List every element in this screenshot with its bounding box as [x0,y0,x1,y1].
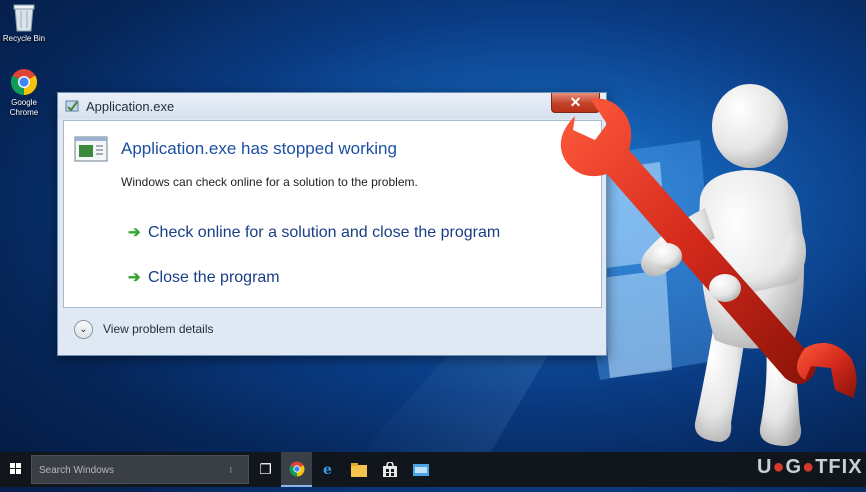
error-dialog: Application.exe ✕ Application.exe has st… [57,92,607,356]
program-window-icon [74,136,108,162]
task-view-button[interactable]: ❐ [250,452,281,487]
chrome-icon [10,69,38,96]
command-link-label: Close the program [148,269,280,286]
edge-icon: e [323,462,332,478]
desktop-icon-recycle-bin[interactable]: Recycle Bin [0,2,48,44]
windows-logo-icon [10,463,21,474]
dialog-description: Windows can check online for a solution … [121,175,418,189]
desktop-icon-label: Recycle Bin [2,34,46,43]
dialog-heading: Application.exe has stopped working [121,139,397,158]
dialog-footer: ⌄ View problem details [63,310,600,350]
app-icon [412,464,429,476]
recycle-bin-icon [13,4,35,32]
start-button[interactable] [0,452,31,487]
dialog-content: Application.exe has stopped working Wind… [63,120,602,308]
taskbar-edge-button[interactable]: e [312,452,343,487]
check-online-command-link[interactable]: ➔ Check online for a solution and close t… [128,223,500,242]
green-arrow-icon: ➔ [128,269,141,286]
chrome-icon [289,461,304,477]
search-placeholder: Search Windows [39,465,115,476]
dialog-titlebar[interactable]: Application.exe ✕ [58,93,606,119]
taskbar-file-explorer-button[interactable] [343,452,374,487]
taskbar-store-button[interactable] [374,452,405,487]
file-explorer-icon [350,463,367,477]
taskbar-chrome-button[interactable] [281,452,312,487]
text-cursor-icon: I [229,466,232,475]
task-view-icon: ❐ [259,461,272,477]
taskbar: Search Windows I ❐ e [0,452,866,487]
view-problem-details-link[interactable]: View problem details [103,322,214,336]
close-program-command-link[interactable]: ➔ Close the program [128,268,280,287]
store-icon [382,461,397,477]
green-arrow-icon: ➔ [128,224,141,241]
figure-with-wrench-illustration [560,84,857,446]
chevron-down-icon[interactable]: ⌄ [74,320,93,339]
desktop-icon-label: Google Chrome [9,98,39,117]
command-link-label: Check online for a solution and close th… [148,224,501,241]
dialog-title: Application.exe [86,99,175,114]
desktop-icon-google-chrome[interactable]: Google Chrome [0,68,48,118]
taskbar-app-button[interactable] [405,452,436,487]
watermark-logo: U●G●TFIX [757,456,863,478]
application-icon [65,100,79,112]
taskbar-search-box[interactable]: Search Windows I [31,455,249,484]
